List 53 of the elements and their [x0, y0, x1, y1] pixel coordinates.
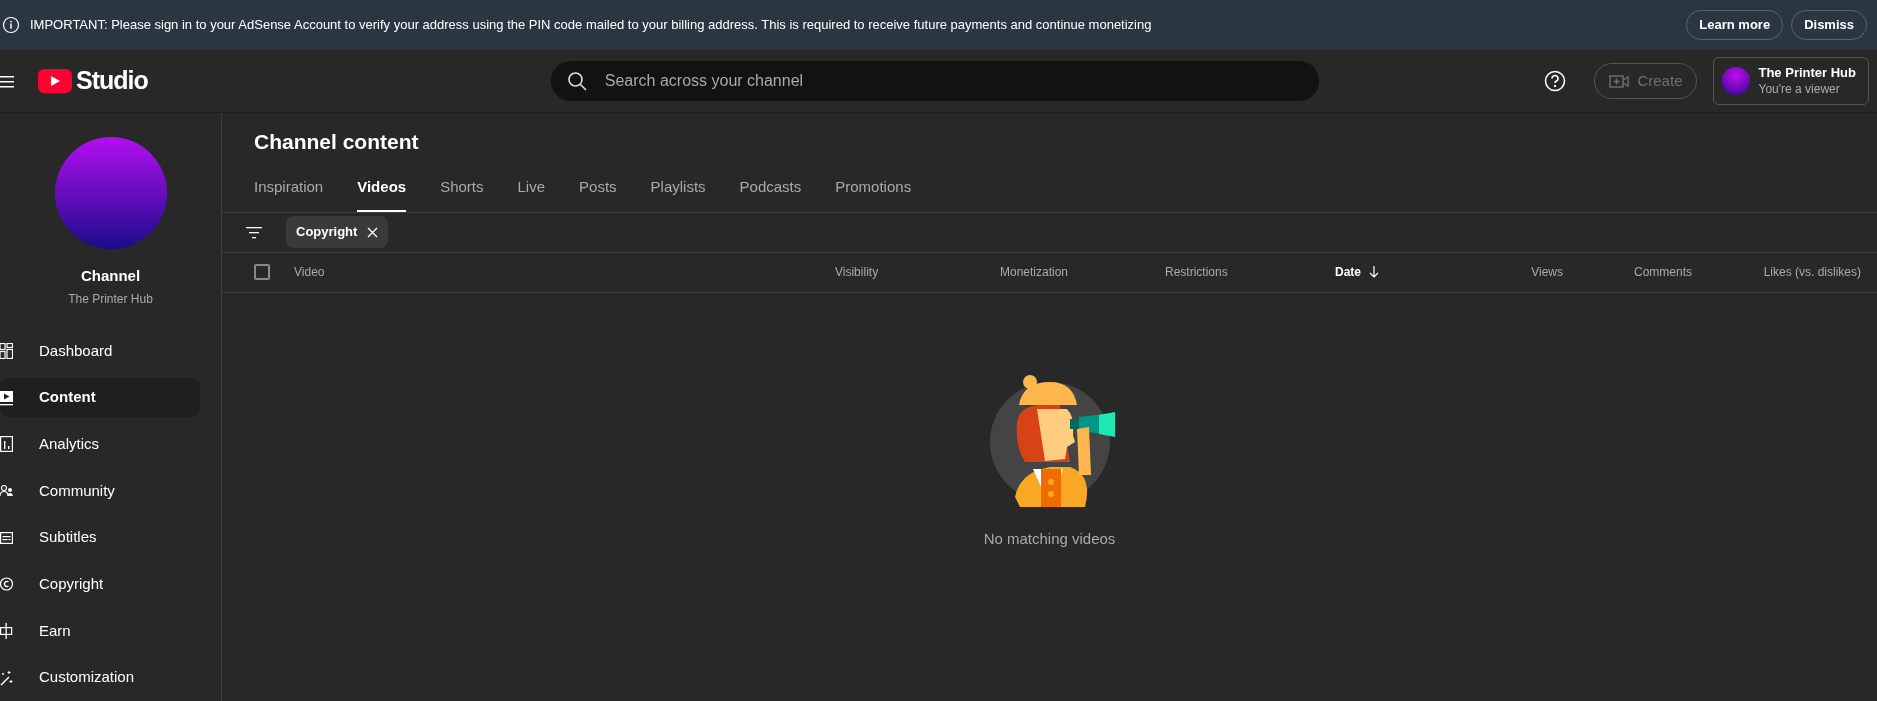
close-icon[interactable]	[367, 226, 379, 238]
dollar-icon	[0, 622, 13, 639]
logo-text: Studio	[76, 65, 148, 97]
sidebar-item[interactable]: Content	[0, 378, 200, 417]
column-header[interactable]: Video	[294, 263, 325, 282]
subtitles-icon	[0, 529, 13, 546]
column-header[interactable]: Likes (vs. dislikes)	[1763, 263, 1861, 282]
column-header[interactable]: Monetization	[1000, 263, 1069, 282]
account-switcher[interactable]: The Printer Hub You're a viewer	[1713, 57, 1869, 105]
empty-state-message: No matching videos	[983, 528, 1116, 549]
account-avatar	[1722, 67, 1751, 95]
sidebar-item[interactable]: Analytics	[0, 424, 200, 464]
tab[interactable]: Live	[517, 164, 546, 212]
tab[interactable]: Videos	[357, 164, 407, 212]
tab[interactable]: Promotions	[835, 164, 912, 212]
sidebar-item[interactable]: Subtitles	[0, 518, 200, 557]
tab[interactable]: Inspiration	[254, 164, 324, 212]
column-header[interactable]: Visibility	[835, 263, 879, 282]
channel-name: The Printer Hub	[68, 290, 153, 308]
tab[interactable]: Playlists	[650, 164, 706, 212]
search-field[interactable]: Search across your channel	[550, 61, 1319, 101]
column-header[interactable]: Date	[1335, 263, 1379, 282]
sidebar-item[interactable]: Customization	[0, 658, 200, 697]
account-name: The Printer Hub	[1758, 65, 1856, 82]
page-title: Channel content	[253, 129, 420, 155]
notice-text: IMPORTANT: Please sign in to your AdSense Account to verify your address using the PIN code mailed to your billing address. This is required to receive future payments and continue monetizing	[30, 16, 1153, 35]
play-screen-icon	[0, 389, 13, 406]
down-arrow-icon	[1369, 266, 1379, 279]
sidebar-item[interactable]: Copyright	[0, 564, 200, 604]
play-logo-icon	[38, 69, 72, 93]
column-header[interactable]: Comments	[1634, 263, 1692, 282]
sidebar-item[interactable]: Dashboard	[0, 331, 200, 371]
help-icon[interactable]	[1544, 70, 1567, 92]
video-plus-icon	[1609, 72, 1630, 90]
sidebar-item[interactable]: Community	[0, 471, 200, 511]
magic-wand-icon	[0, 669, 13, 686]
select-all-checkbox[interactable]	[254, 264, 270, 281]
chip-label: Copyright	[296, 223, 358, 242]
tab[interactable]: Posts	[579, 164, 617, 212]
copyright-icon	[0, 576, 13, 593]
sidebar-item[interactable]: Earn	[0, 611, 200, 651]
account-role: You're a viewer	[1758, 81, 1841, 97]
tab[interactable]: Shorts	[440, 164, 484, 212]
filter-chip[interactable]: Copyright	[286, 216, 389, 248]
column-header[interactable]: Restrictions	[1165, 263, 1228, 282]
people-icon	[0, 482, 13, 499]
channel-label: Channel	[80, 266, 141, 286]
info-icon	[2, 16, 20, 34]
tab[interactable]: Podcasts	[739, 164, 802, 212]
grid-icon	[0, 342, 13, 359]
chart-icon	[0, 436, 13, 453]
column-header[interactable]: Views	[1531, 263, 1563, 282]
filter-icon[interactable]	[246, 224, 262, 240]
